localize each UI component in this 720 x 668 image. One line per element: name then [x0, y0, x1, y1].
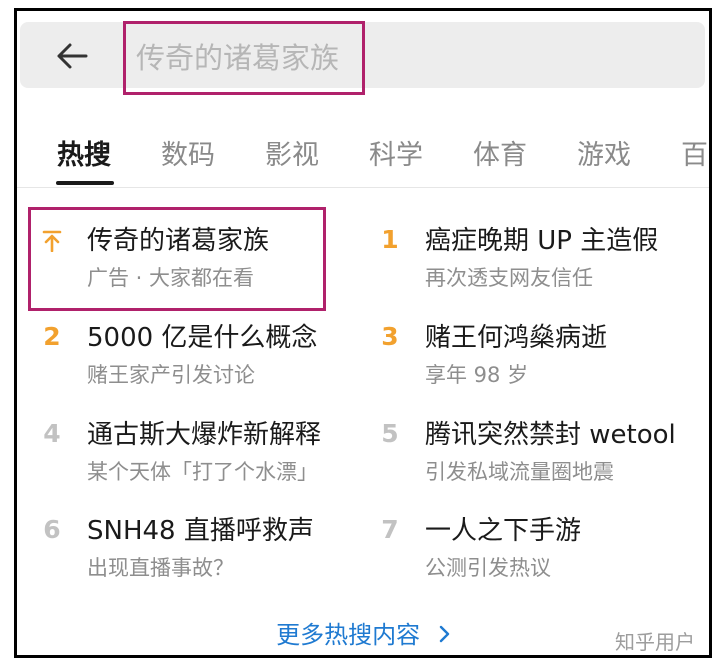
hot-item-2[interactable]: 2 5000 亿是什么概念 赌王家产引发讨论 — [37, 318, 367, 404]
hot-item-subtitle: 出现直播事故？ — [87, 556, 234, 580]
hot-item-title: SNH48 直播呼救声 — [87, 516, 314, 546]
hot-item-promoted[interactable]: 传奇的诸葛家族 广告 · 大家都在看 — [37, 221, 367, 307]
hot-item-subtitle: 享年 98 岁 — [425, 363, 529, 387]
tab-film[interactable]: 影视 — [265, 133, 319, 172]
hot-item-subtitle: 引发私域流量圈地震 — [425, 460, 614, 484]
hot-item-rank: 6 — [43, 515, 61, 544]
hot-item-subtitle: 赌王家产引发讨论 — [87, 363, 255, 387]
hot-item-rank: 1 — [381, 225, 399, 254]
hot-item-subtitle: 某个天体「打了个水漂」 — [87, 460, 318, 484]
category-tabs: 热搜 数码 影视 科学 体育 游戏 百 — [17, 111, 709, 191]
hot-item-title: 一人之下手游 — [425, 516, 582, 546]
tab-digital[interactable]: 数码 — [161, 133, 215, 172]
hot-item-6[interactable]: 6 SNH48 直播呼救声 出现直播事故？ — [37, 511, 367, 597]
up-arrow-icon — [42, 230, 62, 252]
hot-item-rank: 7 — [381, 515, 399, 544]
hot-item-4[interactable]: 4 通古斯大爆炸新解释 某个天体「打了个水漂」 — [37, 415, 367, 501]
hot-item-3[interactable]: 3 赌王何鸿燊病逝 享年 98 岁 — [375, 318, 705, 404]
tab-sports[interactable]: 体育 — [473, 133, 527, 172]
tab-hot[interactable]: 热搜 — [57, 133, 111, 172]
hot-item-7[interactable]: 7 一人之下手游 公测引发热议 — [375, 511, 705, 597]
hot-item-title: 癌症晚期 UP 主造假 — [425, 226, 659, 256]
tab-games[interactable]: 游戏 — [577, 133, 631, 172]
search-input[interactable]: 传奇的诸葛家族 — [123, 21, 365, 95]
tab-more-partial[interactable]: 百 — [681, 133, 708, 172]
hot-item-rank: 2 — [43, 322, 61, 351]
tab-science[interactable]: 科学 — [369, 133, 423, 172]
hot-item-title: 5000 亿是什么概念 — [87, 323, 318, 353]
active-tab-indicator — [56, 181, 114, 185]
hot-item-rank: 3 — [381, 322, 399, 351]
tabs-divider — [17, 187, 709, 188]
hot-item-1[interactable]: 1 癌症晚期 UP 主造假 再次透支网友信任 — [375, 221, 705, 307]
hot-item-title: 通古斯大爆炸新解释 — [87, 420, 322, 450]
hot-item-title: 腾讯突然禁封 wetool — [425, 420, 676, 450]
more-link-label: 更多热搜内容 — [276, 621, 421, 649]
hot-item-title: 传奇的诸葛家族 — [87, 226, 270, 256]
hot-item-rank: 4 — [43, 419, 61, 448]
app-frame: 传奇的诸葛家族 热搜 数码 影视 科学 体育 游戏 百 传奇的诸葛家族 广告 ·… — [14, 8, 712, 658]
back-arrow-icon[interactable] — [56, 42, 88, 70]
hot-item-rank: 5 — [381, 419, 399, 448]
hot-item-subtitle: 公测引发热议 — [425, 556, 551, 580]
more-hot-search-link[interactable]: 更多热搜内容 — [17, 615, 709, 650]
hot-item-title: 赌王何鸿燊病逝 — [425, 323, 608, 353]
chevron-right-icon — [439, 625, 450, 643]
hot-item-subtitle: 再次透支网友信任 — [425, 266, 593, 290]
hot-item-subtitle: 广告 · 大家都在看 — [87, 266, 255, 290]
hot-item-5[interactable]: 5 腾讯突然禁封 wetool 引发私域流量圈地震 — [375, 415, 705, 501]
watermark: 知乎用户 — [615, 630, 695, 654]
